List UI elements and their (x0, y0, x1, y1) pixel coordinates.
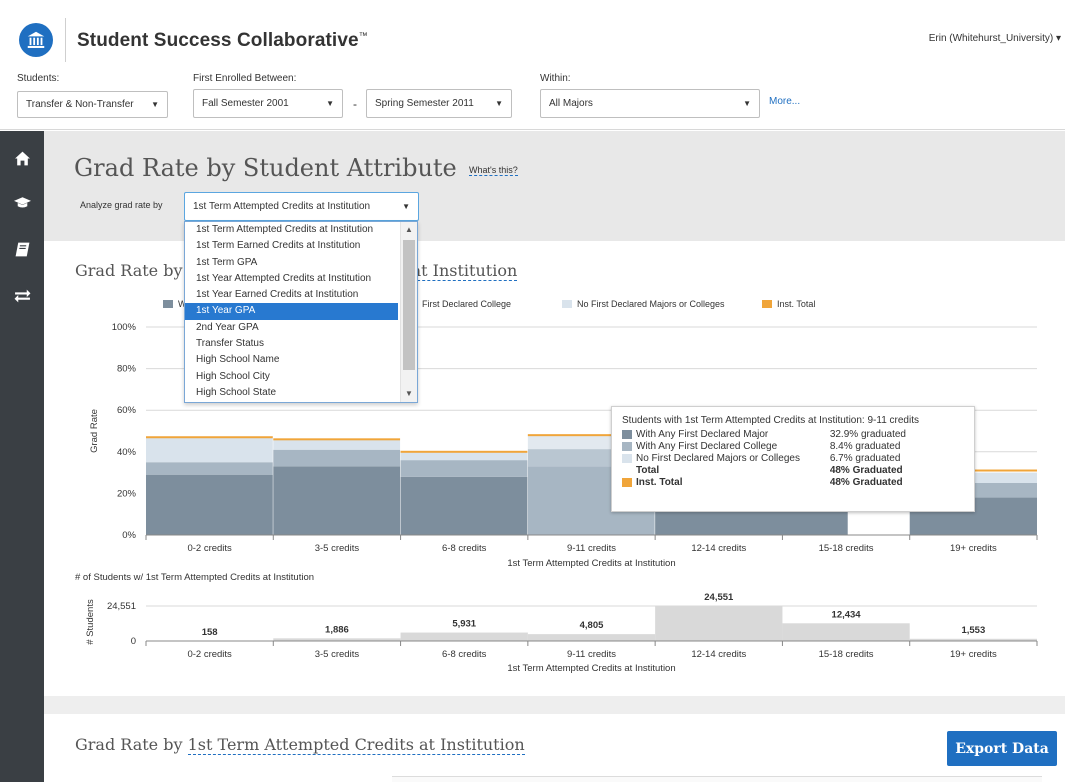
count-bar (782, 623, 910, 641)
section-divider (44, 696, 1065, 714)
count-label: 1,886 (325, 624, 349, 635)
count-label: 1,553 (961, 625, 985, 636)
y-tick-label: 100% (112, 322, 137, 333)
bar-segment (273, 466, 401, 535)
bar-segment (400, 476, 528, 535)
y-tick-label: 40% (117, 447, 137, 458)
table-section-title: Grad Rate by 1st Term Attempted Credits … (75, 735, 525, 755)
count-label: 12,434 (832, 609, 862, 620)
tooltip-row-value: 6.7% graduated (829, 453, 901, 464)
tooltip-total-value: 48% Graduated (829, 465, 903, 476)
dropdown-option[interactable]: 1st Term GPA (185, 255, 398, 271)
y-axis-title: # Students (85, 599, 96, 645)
x-tick-label: 19+ credits (950, 649, 997, 660)
x-tick-label: 0-2 credits (187, 543, 232, 554)
dropdown-option[interactable]: 1st Year Attempted Credits at Institutio… (185, 271, 398, 287)
y-axis-title: Grad Rate (89, 409, 100, 453)
dropdown-option[interactable]: High School City (185, 369, 398, 385)
x-axis-title: 1st Term Attempted Credits at Institutio… (507, 663, 675, 674)
bar-segment (273, 439, 401, 450)
tooltip-row-value: 32.9% graduated (829, 429, 906, 440)
tooltip-total-row: Total 48% Graduated (622, 465, 964, 477)
tooltip-row-name: With Any First Declared Major (636, 429, 769, 440)
inst-total-marker (400, 450, 528, 453)
bar-segment (146, 462, 274, 475)
x-tick-label: 0-2 credits (187, 649, 232, 660)
x-tick-label: 3-5 credits (315, 649, 360, 660)
tooltip-row: With Any First Declared College 8.4% grad… (622, 441, 964, 453)
counts-chart-title: # of Students w/ 1st Term Attempted Cred… (75, 572, 314, 583)
bar-segment (146, 474, 274, 535)
x-tick-label: 12-14 credits (691, 543, 746, 554)
tooltip-row: With Any First Declared Major 32.9% gradu… (622, 429, 964, 441)
count-label: 5,931 (452, 619, 476, 630)
count-label: 24,551 (704, 592, 734, 603)
tooltip-swatch (622, 454, 632, 463)
dropdown-option[interactable]: High School State (185, 385, 398, 401)
y-tick-label: 20% (117, 488, 137, 499)
export-data-button[interactable]: Export Data (947, 731, 1057, 766)
x-tick-label: 9-11 credits (567, 543, 616, 554)
y-tick-label: 24,551 (107, 601, 136, 612)
bar-segment (400, 451, 528, 461)
tooltip-swatch (622, 478, 632, 487)
count-bar (400, 632, 528, 641)
inst-total-marker (273, 438, 401, 441)
inst-total-marker (146, 436, 274, 439)
count-label: 4,805 (580, 620, 604, 631)
dropdown-option[interactable]: 1st Year GPA (185, 303, 398, 320)
data-table (392, 776, 1042, 782)
dropdown-option[interactable]: Transfer Status (185, 336, 398, 352)
tooltip-swatch (622, 442, 632, 451)
x-axis-title: 1st Term Attempted Credits at Institutio… (507, 558, 675, 569)
count-bar (655, 606, 783, 641)
dropdown-option[interactable]: 2nd Year GPA (185, 320, 398, 336)
x-tick-label: 6-8 credits (442, 649, 487, 660)
tooltip-inst-value: 48% Graduated (829, 477, 903, 488)
x-tick-label: 15-18 credits (819, 543, 874, 554)
scroll-up-icon[interactable]: ▲ (405, 225, 413, 234)
x-tick-label: 12-14 credits (691, 649, 746, 660)
x-tick-label: 15-18 credits (819, 649, 874, 660)
chart-tooltip: Students with 1st Term Attempted Credits… (611, 406, 975, 512)
tooltip-row: No First Declared Majors or Colleges 6.7%… (622, 453, 964, 465)
x-tick-label: 9-11 credits (567, 649, 616, 660)
tooltip-row-name: With Any First Declared College (636, 441, 778, 452)
grad-rate-chart: 0% 20% 40% 60% 80% 100% 0-2 credits 3-5 credits… (75, 322, 1038, 674)
scroll-down-icon[interactable]: ▼ (405, 389, 413, 398)
x-tick-label: 6-8 credits (442, 543, 487, 554)
tooltip-swatch (622, 430, 632, 439)
y-tick-label: 80% (117, 364, 137, 375)
tooltip-row-name: No First Declared Majors or Colleges (636, 453, 800, 464)
bar-segment (273, 449, 401, 467)
x-tick-label: 19+ credits (950, 543, 997, 554)
x-tick-label: 3-5 credits (315, 543, 360, 554)
y-tick-label: 60% (117, 405, 137, 416)
y-tick-label: 0 (131, 636, 136, 647)
analyze-dropdown-list[interactable]: 1st Term Attempted Credits at Institutio… (184, 221, 418, 403)
dropdown-option[interactable]: 1st Term Attempted Credits at Institutio… (185, 222, 398, 238)
tooltip-row-value: 8.4% graduated (829, 441, 901, 452)
dropdown-option[interactable]: 1st Year Earned Credits at Institution (185, 287, 398, 303)
table-section-title-link[interactable]: 1st Term Attempted Credits at Institutio… (187, 735, 525, 755)
count-bar (527, 634, 656, 641)
y-tick-label: 0% (122, 530, 136, 541)
dropdown-option[interactable]: 1st Term Earned Credits at Institution (185, 238, 398, 254)
scrollbar-thumb[interactable] (403, 240, 415, 370)
tooltip-total-name: Total (636, 465, 660, 476)
dropdown-scrollbar[interactable]: ▲ ▼ (400, 222, 417, 402)
tooltip-heading: Students with 1st Term Attempted Credits… (622, 415, 919, 426)
tooltip-inst-row: Inst. Total 48% Graduated (622, 477, 964, 489)
bar-segment (146, 437, 274, 463)
bar-segment (400, 460, 528, 477)
table-section-title-prefix: Grad Rate by (75, 735, 188, 754)
count-label: 158 (202, 627, 218, 638)
dropdown-option[interactable]: High School Name (185, 352, 398, 368)
tooltip-inst-name: Inst. Total (636, 477, 683, 488)
